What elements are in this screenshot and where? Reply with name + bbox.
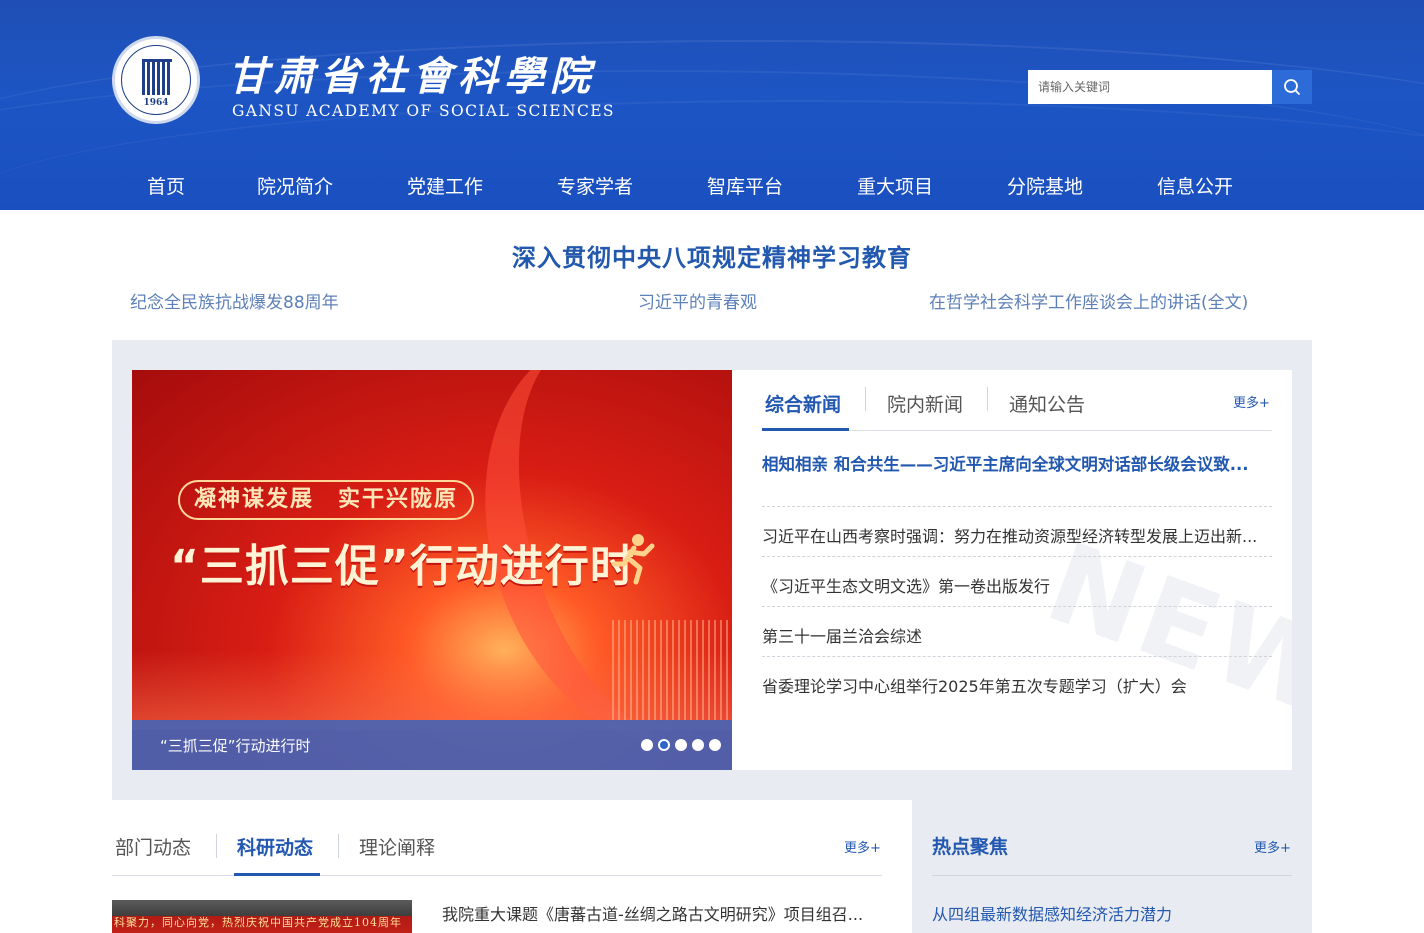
tab-divider bbox=[338, 834, 339, 858]
nav-item-home[interactable]: 首页 bbox=[147, 172, 185, 199]
site-subtitle: GANSU ACADEMY OF SOCIAL SCIENCES bbox=[232, 102, 615, 120]
hot-more-link[interactable]: 更多+ bbox=[1254, 837, 1291, 856]
logo-building-icon bbox=[142, 59, 172, 95]
headline-link[interactable]: 习近平的青春观 bbox=[638, 288, 757, 313]
tab-institute-news[interactable]: 院内新闻 bbox=[887, 390, 963, 417]
nav-item-disclosure[interactable]: 信息公开 bbox=[1157, 172, 1233, 199]
news-list-item[interactable]: 习近平在山西考察时强调：努力在推动资源型经济转型发展上迈出新... bbox=[762, 523, 1272, 547]
news-divider bbox=[762, 506, 1272, 507]
academy-logo-icon[interactable]: 1964 bbox=[112, 36, 200, 124]
tab-dept-updates[interactable]: 部门动态 bbox=[115, 833, 191, 860]
hot-topic-item[interactable]: 从四组最新数据感知经济活力潜力 bbox=[932, 901, 1172, 925]
carousel-dot[interactable] bbox=[641, 739, 653, 751]
carousel-dot[interactable] bbox=[709, 739, 721, 751]
runner-icon bbox=[611, 534, 655, 585]
logo-year: 1964 bbox=[143, 98, 169, 108]
image-carousel[interactable]: 凝神谋发展 实干兴陇原 “三抓三促”行动进行时 “三抓三促”行动进行时 bbox=[132, 370, 732, 770]
news-featured-item[interactable]: 相知相亲 和合共生——习近平主席向全球文明对话部长级会议致... bbox=[762, 451, 1272, 475]
active-tab-indicator bbox=[234, 873, 320, 876]
news-list-item[interactable]: 《习近平生态文明文选》第一卷出版发行 bbox=[762, 573, 1272, 597]
hot-topics-title: 热点聚焦 bbox=[932, 836, 1009, 858]
tab-research-updates[interactable]: 科研动态 bbox=[237, 833, 313, 860]
tab-notices[interactable]: 通知公告 bbox=[1009, 390, 1085, 417]
search-input[interactable] bbox=[1028, 70, 1272, 104]
carousel-dot[interactable] bbox=[675, 739, 687, 751]
research-list-item[interactable]: 我院重大课题《唐蕃古道-丝绸之路古文明研究》项目组召... bbox=[442, 901, 863, 925]
site-title[interactable]: 甘肃省社會科學院 bbox=[228, 44, 596, 102]
nav-item-about[interactable]: 院况简介 bbox=[257, 172, 333, 199]
main-nav: 首页 院况简介 党建工作 专家学者 智库平台 重大项目 分院基地 信息公开 bbox=[112, 162, 1312, 210]
carousel-dot-active[interactable] bbox=[658, 739, 670, 751]
nav-item-party[interactable]: 党建工作 bbox=[407, 172, 483, 199]
carousel-decoration bbox=[612, 620, 732, 720]
carousel-caption-bar: “三抓三促”行动进行时 bbox=[132, 720, 732, 770]
site-header: 1964 甘肃省社會科學院 GANSU ACADEMY OF SOCIAL SC… bbox=[0, 0, 1424, 210]
news-list-item[interactable]: 第三十一届兰洽会综述 bbox=[762, 623, 1272, 647]
nav-item-branches[interactable]: 分院基地 bbox=[1007, 172, 1083, 199]
tab-divider bbox=[216, 834, 217, 858]
headline-link[interactable]: 纪念全民族抗战爆发88周年 bbox=[130, 288, 339, 313]
news-panel: NEWS 综合新闻 院内新闻 通知公告 更多+ 相知相亲 和合共生——习近平主席… bbox=[732, 370, 1292, 770]
thumbnail-banner-text: 科聚力，同心向党，热烈庆祝中国共产党成立104周年 bbox=[114, 916, 402, 929]
tab-divider bbox=[865, 387, 866, 411]
research-thumbnail[interactable]: 科聚力，同心向党，热烈庆祝中国共产党成立104周年 bbox=[112, 900, 412, 933]
search-icon bbox=[1284, 79, 1300, 95]
active-tab-indicator bbox=[762, 428, 849, 431]
search-button[interactable] bbox=[1272, 70, 1312, 104]
news-list-item[interactable]: 省委理论学习中心组举行2025年第五次专题学习（扩大）会 bbox=[762, 673, 1272, 697]
dept-more-link[interactable]: 更多+ bbox=[844, 837, 881, 856]
nav-item-projects[interactable]: 重大项目 bbox=[857, 172, 933, 199]
news-more-link[interactable]: 更多+ bbox=[1233, 392, 1270, 411]
nav-item-experts[interactable]: 专家学者 bbox=[557, 172, 633, 199]
headline-link[interactable]: 在哲学社会科学工作座谈会上的讲话(全文) bbox=[929, 288, 1248, 313]
tab-theory[interactable]: 理论阐释 bbox=[359, 833, 435, 860]
tab-general-news[interactable]: 综合新闻 bbox=[765, 390, 841, 417]
news-divider bbox=[762, 556, 1272, 557]
headline-banner[interactable]: 深入贯彻中央八项规定精神学习教育 bbox=[0, 238, 1424, 273]
carousel-dot[interactable] bbox=[692, 739, 704, 751]
tab-divider bbox=[987, 387, 988, 411]
nav-item-thinktank[interactable]: 智库平台 bbox=[707, 172, 783, 199]
carousel-caption[interactable]: “三抓三促”行动进行时 bbox=[160, 735, 311, 756]
news-divider bbox=[762, 656, 1272, 657]
carousel-slogan-main: “三抓三促”行动进行时 bbox=[170, 541, 635, 592]
news-divider bbox=[762, 606, 1272, 607]
tab-divider-line bbox=[112, 875, 882, 876]
carousel-slogan: 凝神谋发展 实干兴陇原 bbox=[178, 480, 475, 520]
hot-divider-line bbox=[932, 875, 1292, 876]
